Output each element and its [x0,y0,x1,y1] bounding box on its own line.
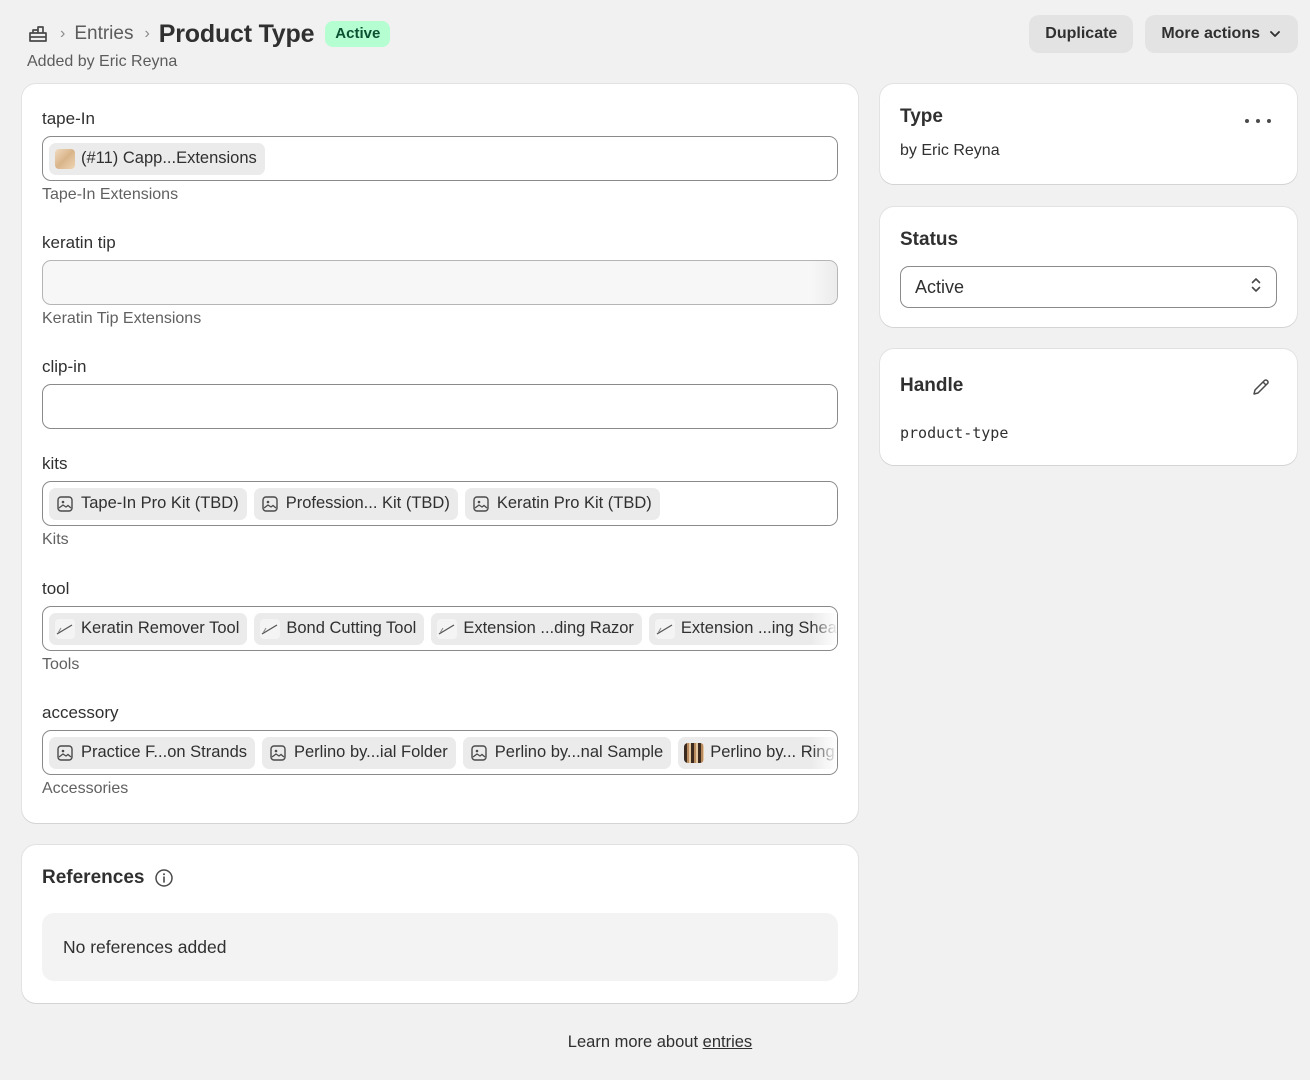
field-help-text: Tape-In Extensions [42,186,179,203]
image-placeholder-icon [471,494,491,514]
more-options-icon[interactable] [1245,111,1271,131]
status-title: Status [900,229,959,250]
more-actions-button[interactable]: More actions [1145,15,1298,53]
reference-chip-label: Extension ...ing Shears [680,619,838,637]
select-arrows-icon [1250,276,1262,299]
reference-chip[interactable]: Perlino by...nal Sample [462,736,672,769]
references-header: References [42,867,838,889]
references-empty-state: No references added [42,913,838,981]
footer-help: Learn more about entries [0,1033,1310,1052]
image-placeholder-icon [260,494,280,514]
field-kits: kits Tape-In Pro Kit (TBD) Profession... K… [42,453,838,578]
reference-chip[interactable]: Perlino by...ial Folder [262,736,456,769]
image-placeholder-icon [268,743,288,763]
fields-card: tape-In (#11) Capp...Extensions Tape-In Ex… [22,84,858,823]
reference-input[interactable]: Keratin Remover Tool Bond Cutting Tool Ext… [42,606,838,651]
field-label: clip-in [42,357,87,376]
chevron-right-icon: › [60,25,66,42]
tool-thumbnail-icon [437,618,458,639]
field-tool: tool Keratin Remover Tool Bond Cutting Too… [42,578,838,702]
reference-chip[interactable]: Practice F...on Strands [49,736,255,769]
handle-title: Handle [900,375,964,396]
field-keratin-tip: keratin tip Keratin Tip Extensions [42,232,838,356]
reference-chip[interactable]: Keratin Pro Kit (TBD) [464,487,660,520]
reference-chip-label: Perlino by...ial Folder [294,743,448,761]
status-select[interactable]: Active [900,266,1277,308]
reference-chip-label: Tape-In Pro Kit (TBD) [81,494,239,512]
page-header: › Entries › Product Type Active Added by… [27,15,1298,72]
duplicate-label: Duplicate [1045,25,1118,42]
field-help-text: Tools [42,656,80,673]
reference-chip-label: Keratin Pro Kit (TBD) [496,494,652,512]
duplicate-button[interactable]: Duplicate [1029,15,1134,53]
reference-chip[interactable]: (#11) Capp...Extensions [49,142,265,175]
image-placeholder-icon [55,743,75,763]
reference-chip[interactable]: Profession... Kit (TBD) [253,487,458,520]
info-icon[interactable] [154,868,174,888]
reference-chip[interactable]: Keratin Remover Tool [49,612,248,645]
reference-input[interactable]: Tape-In Pro Kit (TBD) Profession... Kit (… [42,481,838,526]
status-card: Status Active [880,207,1297,327]
more-actions-label: More actions [1161,25,1260,42]
reference-chip[interactable]: Extension ...ing Shears [648,612,838,645]
reference-chip-label: Keratin Remover Tool [81,619,240,637]
header-actions: Duplicate More actions [1029,15,1298,53]
field-label: tool [42,579,70,598]
page-subtitle: Added by Eric Reyna [27,53,178,70]
reference-chip-label: Extension ...ding Razor [463,619,634,637]
field-clip-in: clip-in [42,356,838,453]
type-title: Type [900,106,943,127]
hair-thumbnail-icon [684,742,705,763]
reference-chip[interactable]: Perlino by... Ring [678,736,837,769]
image-placeholder-icon [55,494,75,514]
status-select-value: Active [915,276,965,297]
field-label: tape-In [42,109,95,128]
tool-thumbnail-icon [55,618,75,639]
field-label: keratin tip [42,233,116,252]
reference-chip[interactable]: Extension ...ding Razor [431,612,642,645]
reference-input[interactable]: Practice F...on Strands Perlino by...ial … [42,730,838,775]
pencil-icon[interactable] [1251,377,1271,402]
field-label: kits [42,454,68,473]
footer-text: Learn more about [567,1033,699,1051]
tool-thumbnail-icon [260,618,281,639]
reference-chip-label: Perlino by...nal Sample [494,743,664,761]
page-title: Product Type [158,19,315,48]
field-label: accessory [42,703,119,722]
reference-chip-label: (#11) Capp...Extensions [81,149,257,167]
chevron-down-icon [1268,27,1282,41]
image-placeholder-icon [469,743,489,763]
entries-help-link[interactable]: entries [703,1033,753,1051]
status-badge: Active [325,21,391,47]
reference-chip[interactable]: Tape-In Pro Kit (TBD) [49,487,247,520]
field-help-text: Keratin Tip Extensions [42,310,202,327]
reference-chip-label: Practice F...on Strands [81,743,247,761]
type-card: Type by Eric Reyna [880,84,1297,184]
type-author: by Eric Reyna [900,142,1000,159]
handle-card: Handle product-type [880,349,1297,465]
field-tape-in: tape-In (#11) Capp...Extensions Tape-In Ex… [42,108,838,232]
reference-chip[interactable]: Bond Cutting Tool [254,612,425,645]
metaobjects-icon[interactable] [27,23,49,45]
reference-input[interactable] [42,384,838,429]
reference-chip-label: Perlino by... Ring [710,743,835,761]
breadcrumb-entries-link[interactable]: Entries [74,23,133,45]
chevron-right-icon: › [144,25,150,42]
field-help-text: Accessories [42,780,129,797]
references-card: References No references added [22,845,858,1003]
handle-value: product-type [900,424,1009,442]
field-accessory: accessory Practice F...on Strands Perlino … [42,702,838,826]
reference-input[interactable] [42,260,838,305]
references-title: References [42,867,145,888]
reference-input[interactable]: (#11) Capp...Extensions [42,136,838,181]
reference-chip-label: Profession... Kit (TBD) [285,494,450,512]
hair-thumbnail-icon [55,148,75,169]
tool-thumbnail-icon [654,618,675,639]
reference-chip-label: Bond Cutting Tool [286,619,417,637]
field-help-text: Kits [42,531,69,548]
